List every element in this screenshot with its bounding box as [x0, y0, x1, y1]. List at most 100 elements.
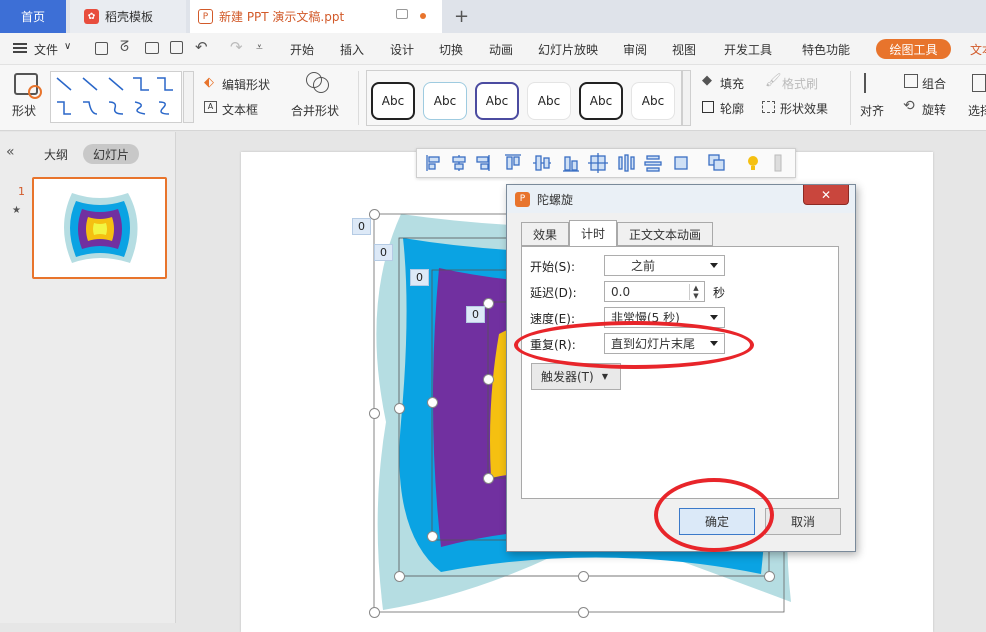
tab-text-animation[interactable]: 正文文本动画	[617, 222, 713, 246]
menu-design[interactable]: 设计	[390, 41, 414, 58]
resize-handle[interactable]	[578, 571, 589, 582]
merge-shape-label[interactable]: 合并形状	[291, 102, 339, 119]
menu-insert[interactable]: 插入	[340, 41, 364, 58]
resize-handle[interactable]	[394, 403, 405, 414]
screen-icon[interactable]	[396, 9, 408, 19]
style-sample[interactable]: Abc	[423, 82, 467, 120]
animation-order-tag[interactable]: 0	[352, 218, 371, 235]
tab-outline[interactable]: 大纲	[44, 146, 68, 163]
quick-access-more-icon[interactable]: ⩡	[256, 40, 263, 55]
animation-star-icon: ★	[12, 205, 21, 216]
chevron-down-icon	[710, 315, 718, 320]
menu-file[interactable]: 文件	[34, 41, 58, 58]
tab-home-label: 首页	[20, 10, 45, 24]
cancel-button[interactable]: 取消	[765, 508, 841, 535]
tab-document-label: 新建 PPT 演示文稿.ppt	[219, 10, 345, 24]
slide-number: 1	[18, 185, 25, 198]
style-sample[interactable]: Abc	[475, 82, 519, 120]
edit-shape-icon: ⬖	[204, 75, 214, 90]
start-select[interactable]: 之前	[604, 255, 725, 276]
resize-handle[interactable]	[369, 408, 380, 419]
tab-document[interactable]: P 新建 PPT 演示文稿.ppt	[190, 0, 442, 33]
tab-template[interactable]: ✿ 稻壳模板	[70, 0, 186, 33]
gallery-scroll[interactable]	[183, 71, 194, 123]
tab-home[interactable]: 首页	[0, 0, 66, 33]
menu-view[interactable]: 视图	[672, 41, 696, 58]
chevron-down-icon: ▼	[601, 372, 608, 381]
menu-slideshow[interactable]: 幻灯片放映	[538, 41, 598, 58]
textbox-button[interactable]: 文本框	[222, 101, 258, 118]
resize-handle[interactable]	[578, 607, 589, 618]
menu-review[interactable]: 审阅	[623, 41, 647, 58]
format-brush-button[interactable]: 格式刷	[782, 75, 818, 92]
annotation-oval-repeat	[514, 321, 754, 369]
menu-developer[interactable]: 开发工具	[724, 41, 772, 58]
shape-style-gallery[interactable]: Abc Abc Abc Abc Abc Abc	[366, 70, 682, 126]
fill-button[interactable]: 填充	[720, 75, 744, 92]
shape-icon[interactable]	[14, 73, 42, 99]
resize-handle[interactable]	[369, 607, 380, 618]
group-button[interactable]: 组合	[922, 75, 946, 92]
animation-order-tag[interactable]: 0	[410, 269, 429, 286]
fill-icon: ◆	[702, 73, 712, 88]
hamburger-icon[interactable]	[13, 43, 27, 53]
print-icon[interactable]	[145, 42, 159, 54]
select-icon[interactable]	[972, 74, 986, 92]
collapse-pane-icon[interactable]: «	[6, 144, 15, 160]
chevron-down-icon[interactable]: ∨	[64, 41, 71, 52]
tab-slides[interactable]: 幻灯片	[83, 144, 139, 164]
resize-handle[interactable]	[764, 571, 775, 582]
edit-shape-button[interactable]: 编辑形状	[222, 76, 270, 93]
line-gallery[interactable]	[50, 71, 182, 123]
new-tab-button[interactable]: +	[454, 0, 469, 33]
shape-label[interactable]: 形状	[12, 102, 36, 119]
style-sample[interactable]: Abc	[631, 82, 675, 120]
rotate-icon: ⟲	[903, 98, 915, 114]
rotate-button[interactable]: 旋转	[922, 101, 946, 118]
menu-transition[interactable]: 切换	[439, 41, 463, 58]
menu-text-tools[interactable]: 文本	[970, 41, 986, 58]
merge-shape-icon[interactable]	[306, 72, 329, 93]
thumbnail-shapes	[64, 193, 138, 263]
shape-effect-button[interactable]: 形状效果	[780, 100, 828, 117]
shape-effect-icon	[762, 101, 775, 113]
ppt-file-icon: P	[198, 9, 213, 24]
menu-drawing-tools[interactable]: 绘图工具	[876, 39, 951, 59]
slide-thumbnail[interactable]	[32, 177, 167, 279]
style-sample[interactable]: Abc	[579, 82, 623, 120]
menu-animation[interactable]: 动画	[489, 41, 513, 58]
resize-handle[interactable]	[427, 531, 438, 542]
align-icon[interactable]	[864, 73, 880, 93]
group-icon	[904, 74, 918, 88]
resize-handle[interactable]	[483, 473, 494, 484]
export-icon[interactable]: ᘔ	[120, 39, 129, 55]
menu-start[interactable]: 开始	[290, 41, 314, 58]
style-gallery-scroll[interactable]	[682, 70, 691, 126]
resize-handle[interactable]	[427, 397, 438, 408]
line-styles-icon	[56, 77, 173, 115]
tab-timing[interactable]: 计时	[569, 220, 617, 247]
select-label[interactable]: 选择	[968, 102, 986, 119]
align-tools-icon	[426, 153, 782, 173]
delay-unit: 秒	[713, 286, 726, 300]
menu-bar: 文件 ∨ ᘔ ↶ ↷ ⩡ 开始 插入 设计 切换 动画 幻灯片放映 审阅 视图 …	[0, 33, 986, 65]
tab-bar: 首页 ✿ 稻壳模板 P 新建 PPT 演示文稿.ppt +	[0, 0, 986, 33]
close-button[interactable]: ✕	[803, 185, 849, 205]
style-sample[interactable]: Abc	[371, 82, 415, 120]
align-label[interactable]: 对齐	[860, 102, 884, 119]
style-sample[interactable]: Abc	[527, 82, 571, 120]
resize-handle[interactable]	[483, 374, 494, 385]
print-preview-icon[interactable]	[170, 41, 183, 54]
format-brush-icon: 🖌	[765, 73, 782, 88]
spinner-icon[interactable]: ▲ ▼	[689, 284, 702, 300]
undo-icon[interactable]: ↶	[195, 38, 208, 56]
animation-order-tag[interactable]: 0	[466, 306, 485, 323]
tab-effect[interactable]: 效果	[521, 222, 569, 246]
save-icon[interactable]	[95, 42, 108, 55]
redo-icon[interactable]: ↷	[230, 38, 243, 56]
menu-features[interactable]: 特色功能	[802, 41, 850, 58]
delay-input[interactable]: 0.0 ▲ ▼	[604, 281, 705, 302]
animation-order-tag[interactable]: 0	[374, 244, 393, 261]
outline-button[interactable]: 轮廓	[720, 100, 744, 117]
resize-handle[interactable]	[394, 571, 405, 582]
